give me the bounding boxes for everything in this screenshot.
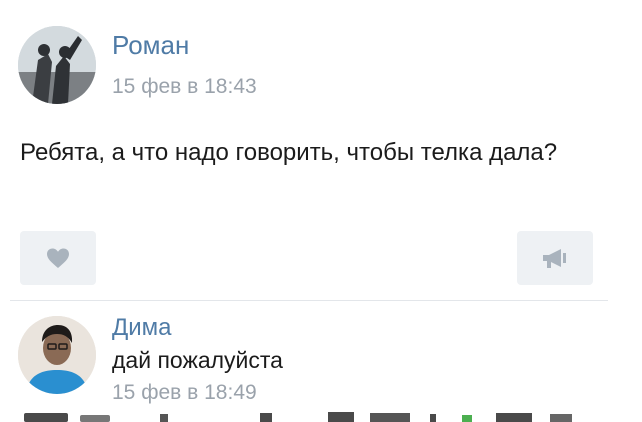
comment-author-avatar[interactable]: [18, 316, 96, 394]
post-author-name[interactable]: Роман: [112, 30, 189, 60]
comment-divider: [10, 300, 608, 301]
comment-text: дай пожалуйста: [112, 347, 283, 373]
comment-timestamp[interactable]: 15 фев в 18:49: [112, 381, 257, 405]
post-text: Ребята, а что надо говорить, чтобы телка…: [20, 139, 558, 166]
share-button[interactable]: [517, 231, 593, 285]
avatar-photo-icon: [18, 316, 96, 394]
comment-author-name[interactable]: Дима: [112, 314, 172, 342]
like-button[interactable]: [20, 231, 96, 285]
avatar-photo-icon: [18, 26, 96, 104]
next-comment-cutoff: [10, 409, 600, 422]
megaphone-icon: [543, 249, 566, 268]
heart-icon: [47, 248, 69, 268]
post-author-avatar[interactable]: [18, 26, 96, 104]
post-timestamp[interactable]: 15 фев в 18:43: [112, 75, 257, 99]
